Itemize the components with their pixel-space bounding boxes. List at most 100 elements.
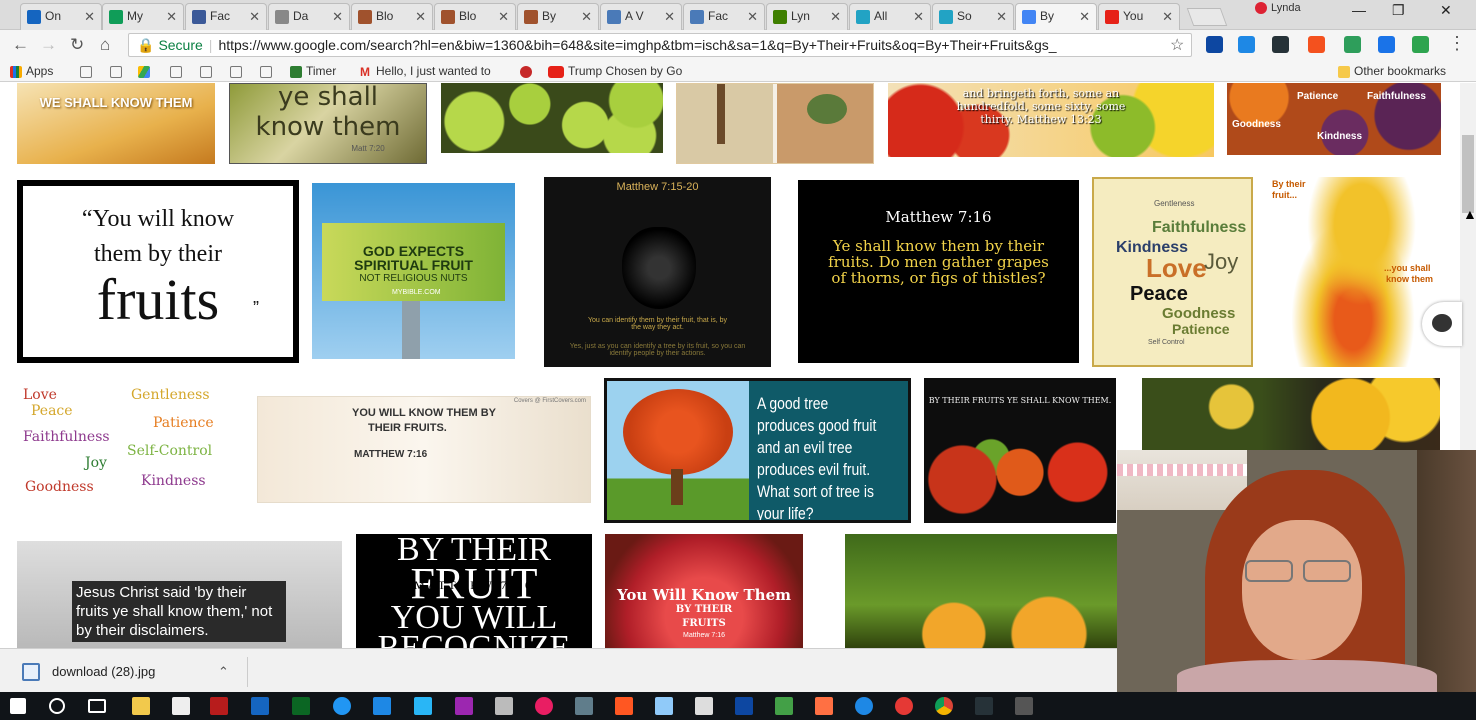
maximize-button[interactable]: ❐ (1392, 2, 1405, 19)
close-window-button[interactable]: ✕ (1440, 2, 1452, 19)
app-icon-5[interactable] (414, 697, 432, 715)
app-icon-7[interactable] (495, 697, 513, 715)
app-icon-3[interactable] (333, 697, 351, 715)
image-result[interactable]: ye shall know them Matt 7:20 (229, 83, 427, 164)
app-icon-2[interactable] (292, 697, 310, 715)
image-result[interactable]: GOD EXPECTS SPIRITUAL FRUIT NOT RELIGIOU… (312, 183, 515, 359)
extension-icon-share[interactable] (1412, 36, 1429, 53)
browser-tab[interactable]: Da ✕ (268, 3, 350, 30)
download-item[interactable]: download (28).jpg ⌃ (10, 657, 248, 687)
browser-tab[interactable]: My ✕ (102, 3, 184, 30)
browser-tab[interactable]: Lyn ✕ (766, 3, 848, 30)
menu-icon[interactable]: ⋮ (1448, 33, 1466, 54)
image-result[interactable] (1142, 378, 1440, 450)
bookmark-drive[interactable] (138, 64, 154, 78)
image-result[interactable]: Faithfulness Kindness Love Joy Peace Goo… (1092, 177, 1253, 367)
app-icon-10[interactable] (655, 697, 673, 715)
app-icon-4[interactable] (373, 697, 391, 715)
tab-close-icon[interactable]: ✕ (913, 4, 924, 29)
home-button[interactable]: ⌂ (100, 35, 110, 55)
reload-button[interactable]: ↻ (70, 35, 84, 55)
image-result[interactable]: Love Peace Faithfulness Joy Goodness Gen… (17, 383, 239, 513)
image-result[interactable]: “You will know them by their fruits ” (17, 180, 299, 363)
forward-button[interactable]: → (40, 35, 57, 55)
tab-close-icon[interactable]: ✕ (1079, 4, 1090, 29)
tab-close-icon[interactable]: ✕ (249, 4, 260, 29)
bookmark-gmail[interactable]: M Hello, I just wanted to (360, 64, 491, 78)
browser-tab[interactable]: By ✕ (517, 3, 599, 30)
app-icon-15[interactable] (1015, 697, 1033, 715)
tab-close-icon[interactable]: ✕ (996, 4, 1007, 29)
app-icon-12[interactable] (775, 697, 793, 715)
app-icon-8[interactable] (575, 697, 593, 715)
browser-tab[interactable]: By ✕ (1015, 3, 1097, 31)
tab-close-icon[interactable]: ✕ (332, 4, 343, 29)
browser-tab[interactable]: Blo ✕ (351, 3, 433, 30)
app-icon-6[interactable] (455, 697, 473, 715)
bookmark-page-6[interactable] (260, 64, 276, 78)
browser-tab[interactable]: Fac ✕ (683, 3, 765, 30)
image-result[interactable]: BY THEIR FRUITS YE SHALL KNOW THEM. (924, 378, 1116, 523)
bookmark-star-icon[interactable]: ☆ (1170, 35, 1184, 55)
app-icon-14[interactable] (975, 697, 993, 715)
extension-icon-v[interactable] (1206, 36, 1223, 53)
image-result[interactable]: A good tree produces good fruit and an e… (604, 378, 911, 523)
file-explorer-icon[interactable] (132, 697, 150, 715)
new-tab-button[interactable] (1186, 8, 1228, 26)
tab-close-icon[interactable]: ✕ (1162, 4, 1173, 29)
tab-close-icon[interactable]: ✕ (84, 4, 95, 29)
tab-close-icon[interactable]: ✕ (166, 4, 177, 29)
image-result[interactable]: You Will Know Them BY THEIR FRUITS Matth… (605, 534, 803, 648)
bookmark-page-4[interactable] (200, 64, 216, 78)
extension-icon-pocket[interactable] (1272, 36, 1289, 53)
image-result[interactable]: Jesus Christ said 'by their fruits ye sh… (17, 541, 342, 648)
extension-icon-add[interactable] (1378, 36, 1395, 53)
app-icon-9[interactable] (615, 697, 633, 715)
image-result[interactable]: and bringeth forth, some an hundredfold,… (888, 83, 1214, 157)
bookmark-timer[interactable]: Timer (290, 64, 336, 78)
bookmark-youtube[interactable]: Trump Chosen by Go (548, 64, 682, 78)
image-result[interactable]: Covers @ FirstCovers.com YOU WILL KNOW T… (257, 396, 591, 503)
bookmark-page-2[interactable] (110, 64, 126, 78)
minimize-button[interactable]: — (1352, 2, 1366, 18)
image-result[interactable]: Matthew 7:15-20 You can identify them by… (544, 177, 771, 367)
windows-start-icon[interactable] (10, 698, 26, 714)
search-icon[interactable] (49, 698, 65, 714)
itunes-icon[interactable] (535, 697, 553, 715)
tab-close-icon[interactable]: ✕ (830, 4, 841, 29)
browser-tab[interactable]: Blo ✕ (434, 3, 516, 30)
photoshop-icon[interactable] (735, 697, 753, 715)
image-result[interactable]: Patience Faithfulness Kindness Goodness (1227, 83, 1441, 155)
image-result[interactable]: Matthew 7:16 Ye shall know them by their… (798, 180, 1079, 363)
profile-button[interactable]: Lynda (1255, 2, 1301, 15)
extension-icon-plus[interactable] (1308, 36, 1325, 53)
browser-tab[interactable]: You ✕ (1098, 3, 1180, 30)
scrollbar-thumb[interactable] (1462, 135, 1474, 213)
browser-tab[interactable]: Fac ✕ (185, 3, 267, 30)
browser-tab[interactable]: On ✕ (20, 3, 102, 30)
browser-tab[interactable]: All ✕ (849, 3, 931, 30)
tab-close-icon[interactable]: ✕ (581, 4, 592, 29)
app-icon-1[interactable] (251, 697, 269, 715)
tab-close-icon[interactable]: ✕ (415, 4, 426, 29)
app-icon-11[interactable] (695, 697, 713, 715)
bookmark-puzzle[interactable] (520, 64, 536, 78)
browser-tab[interactable]: A V ✕ (600, 3, 682, 30)
image-result[interactable] (845, 534, 1117, 648)
extension-icon-news[interactable] (1238, 36, 1255, 53)
bookmark-apps[interactable]: Apps (10, 64, 53, 78)
image-result[interactable] (441, 83, 663, 153)
image-result[interactable] (676, 83, 874, 164)
edge-icon[interactable] (855, 697, 873, 715)
image-result[interactable]: WE SHALL KNOW THEM (17, 83, 215, 164)
bookmark-other[interactable]: Other bookmarks (1338, 64, 1446, 78)
tab-close-icon[interactable]: ✕ (747, 4, 758, 29)
extension-icon-sync[interactable] (1344, 36, 1361, 53)
bookmark-page-1[interactable] (80, 64, 96, 78)
back-button[interactable]: ← (12, 35, 29, 55)
address-bar[interactable]: 🔒 Secure | https://www.google.com/search?hl… (128, 33, 1192, 57)
bookmark-page-3[interactable] (170, 64, 186, 78)
store-icon[interactable] (172, 697, 190, 715)
bookmark-page-5[interactable] (230, 64, 246, 78)
image-result[interactable]: By their fruit... ...you shall know them (1266, 177, 1440, 367)
